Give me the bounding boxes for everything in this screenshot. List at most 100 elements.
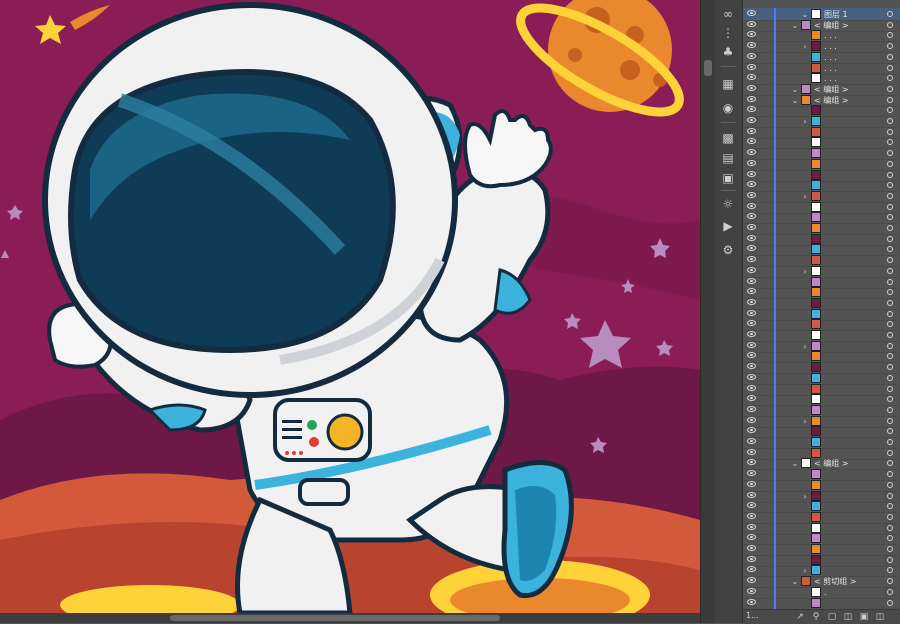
target-circle-icon[interactable] xyxy=(887,364,893,371)
sun-icon[interactable]: ☼ xyxy=(720,196,736,212)
gear-icon[interactable]: ⚙ xyxy=(720,242,736,258)
target-circle-icon[interactable] xyxy=(887,503,893,510)
layer-item-row[interactable] xyxy=(743,596,900,610)
target-circle-icon[interactable] xyxy=(887,310,893,317)
visibility-eye-icon[interactable] xyxy=(747,202,756,209)
visibility-eye-icon[interactable] xyxy=(747,74,756,81)
visibility-eye-icon[interactable] xyxy=(747,95,756,102)
target-circle-icon[interactable] xyxy=(887,118,893,124)
visibility-eye-icon[interactable] xyxy=(747,298,756,305)
visibility-eye-icon[interactable] xyxy=(747,191,756,198)
visibility-eye-icon[interactable] xyxy=(747,213,756,220)
target-circle-icon[interactable] xyxy=(887,428,893,435)
pathfinder-icon[interactable]: ▩ xyxy=(720,130,736,146)
visibility-eye-icon[interactable] xyxy=(747,395,756,402)
visibility-eye-icon[interactable] xyxy=(747,106,756,113)
visibility-eye-icon[interactable] xyxy=(747,138,756,145)
target-circle-icon[interactable] xyxy=(887,75,893,82)
visibility-eye-icon[interactable] xyxy=(747,42,756,49)
visibility-eye-icon[interactable] xyxy=(747,352,756,359)
visibility-eye-icon[interactable] xyxy=(747,52,756,59)
target-circle-icon[interactable] xyxy=(887,160,893,167)
target-circle-icon[interactable] xyxy=(887,32,893,39)
visibility-eye-icon[interactable] xyxy=(747,459,756,466)
dots-icon[interactable]: ⋮ xyxy=(720,25,736,41)
target-circle-icon[interactable] xyxy=(887,342,893,349)
visibility-eye-icon[interactable] xyxy=(747,577,756,584)
horizontal-scrollbar[interactable] xyxy=(0,613,700,623)
visibility-eye-icon[interactable] xyxy=(747,170,756,177)
visibility-eye-icon[interactable] xyxy=(747,181,756,188)
visibility-eye-icon[interactable] xyxy=(747,309,756,316)
visibility-eye-icon[interactable] xyxy=(747,20,756,27)
target-circle-icon[interactable] xyxy=(887,150,893,157)
transform-icon[interactable]: ▣ xyxy=(720,170,736,186)
target-circle-icon[interactable] xyxy=(887,139,893,146)
layers-icon[interactable]: ▦ xyxy=(720,76,736,92)
visibility-eye-icon[interactable] xyxy=(747,117,756,123)
target-circle-icon[interactable] xyxy=(887,85,893,92)
target-circle-icon[interactable] xyxy=(887,64,893,71)
target-circle-icon[interactable] xyxy=(887,225,893,231)
artboard-canvas[interactable] xyxy=(0,0,700,613)
color-icon[interactable]: ◉ xyxy=(720,100,736,116)
visibility-eye-icon[interactable] xyxy=(747,320,756,327)
new-layer-icon[interactable]: ▣ xyxy=(859,612,869,622)
visibility-eye-icon[interactable] xyxy=(747,63,756,70)
visibility-eye-icon[interactable] xyxy=(747,480,756,487)
target-circle-icon[interactable] xyxy=(887,546,893,552)
visibility-eye-icon[interactable] xyxy=(747,256,756,263)
search-icon[interactable]: ⚲ xyxy=(811,612,821,622)
visibility-eye-icon[interactable] xyxy=(747,523,756,530)
target-circle-icon[interactable] xyxy=(887,332,893,338)
target-circle-icon[interactable] xyxy=(887,353,893,360)
target-circle-icon[interactable] xyxy=(887,21,893,28)
visibility-eye-icon[interactable] xyxy=(747,363,756,370)
target-circle-icon[interactable] xyxy=(887,513,893,520)
target-circle-icon[interactable] xyxy=(887,524,893,531)
visibility-eye-icon[interactable] xyxy=(747,416,756,423)
target-circle-icon[interactable] xyxy=(887,406,893,413)
target-circle-icon[interactable] xyxy=(887,289,893,296)
target-circle-icon[interactable] xyxy=(887,588,893,595)
visibility-eye-icon[interactable] xyxy=(747,331,756,337)
visibility-eye-icon[interactable] xyxy=(747,598,756,605)
link-icon[interactable]: ∞ xyxy=(720,6,736,22)
align-icon[interactable]: ▤ xyxy=(720,150,736,166)
trash-icon[interactable]: ◫ xyxy=(875,612,885,622)
visibility-eye-icon[interactable] xyxy=(747,31,756,38)
target-circle-icon[interactable] xyxy=(887,299,893,306)
target-circle-icon[interactable] xyxy=(887,567,893,574)
target-circle-icon[interactable] xyxy=(887,214,893,221)
target-circle-icon[interactable] xyxy=(887,492,893,499)
vertical-scroll-thumb[interactable] xyxy=(704,60,712,76)
visibility-eye-icon[interactable] xyxy=(747,224,756,230)
visibility-eye-icon[interactable] xyxy=(747,159,756,166)
visibility-eye-icon[interactable] xyxy=(747,84,756,91)
visibility-eye-icon[interactable] xyxy=(747,545,756,551)
target-circle-icon[interactable] xyxy=(887,481,893,488)
visibility-eye-icon[interactable] xyxy=(747,566,756,573)
play-icon[interactable]: ▶ xyxy=(720,218,736,234)
visibility-eye-icon[interactable] xyxy=(747,234,756,241)
clip-icon[interactable]: ▢ xyxy=(827,612,837,622)
visibility-eye-icon[interactable] xyxy=(747,288,756,295)
visibility-eye-icon[interactable] xyxy=(747,438,756,444)
target-circle-icon[interactable] xyxy=(887,43,893,50)
visibility-eye-icon[interactable] xyxy=(747,373,756,380)
visibility-eye-icon[interactable] xyxy=(747,555,756,562)
target-circle-icon[interactable] xyxy=(887,53,893,60)
brush-icon[interactable]: ♣ xyxy=(720,44,736,60)
target-circle-icon[interactable] xyxy=(887,96,893,103)
target-circle-icon[interactable] xyxy=(887,235,893,242)
visibility-eye-icon[interactable] xyxy=(747,502,756,509)
target-circle-icon[interactable] xyxy=(887,203,893,210)
target-circle-icon[interactable] xyxy=(887,321,893,328)
target-circle-icon[interactable] xyxy=(887,246,893,253)
target-circle-icon[interactable] xyxy=(887,556,893,563)
target-circle-icon[interactable] xyxy=(887,374,893,381)
target-circle-icon[interactable] xyxy=(887,535,893,542)
vertical-scrollbar[interactable] xyxy=(700,0,715,623)
target-circle-icon[interactable] xyxy=(887,171,893,178)
visibility-eye-icon[interactable] xyxy=(747,448,756,455)
